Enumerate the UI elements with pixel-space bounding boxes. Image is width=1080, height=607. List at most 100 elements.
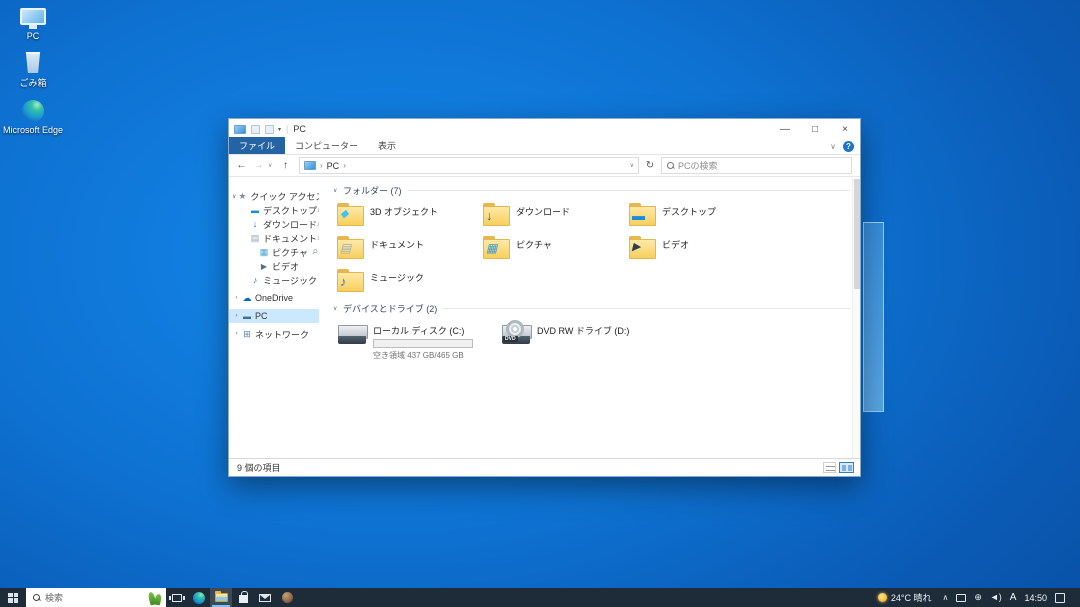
window-body: ∨ クイック アクセス デスクトップ ⚲ [229, 178, 860, 458]
sidebar-item[interactable]: › ネットワーク [229, 327, 319, 341]
vertical-scrollbar[interactable] [852, 178, 860, 458]
ribbon-tab[interactable]: ファイル [229, 137, 285, 154]
system-tray: 24°C 晴れ ∧ ⊕ ◄) A 14:50 [875, 588, 1080, 607]
sidebar-item[interactable]: › OneDrive [229, 291, 319, 305]
ribbon-tab[interactable]: コンピューター [285, 137, 368, 154]
back-button[interactable]: ← [234, 160, 249, 171]
desktop-icon[interactable]: ごみ箱 [2, 50, 64, 89]
edge-icon [22, 100, 44, 122]
status-bar: 9 個の項目 [229, 458, 860, 476]
weather-text: 24°C 晴れ [891, 591, 932, 604]
sidebar-item-icon [241, 330, 253, 339]
local-disk-c-tile[interactable]: ローカル ディスク (C:) 空き領域 437 GB/465 GB [335, 321, 485, 362]
taskbar-search-input[interactable] [45, 593, 143, 603]
sidebar-item[interactable]: ピクチャ ⚲ [229, 245, 319, 259]
help-icon[interactable]: ? [843, 141, 854, 152]
folder-label: デスクトップ [662, 202, 716, 217]
sidebar-item[interactable]: › PC [229, 309, 319, 323]
clock[interactable]: 14:50 [1024, 593, 1047, 603]
network-icon[interactable]: ⊕ [974, 593, 982, 602]
folder-tile[interactable]: 3D オブジェクト [335, 201, 481, 234]
folder-label: ビデオ [662, 235, 689, 250]
start-button[interactable] [0, 588, 26, 607]
large-icons-view-button[interactable] [839, 462, 854, 473]
tree-chevron-icon[interactable]: › [232, 295, 241, 301]
dvd-drive-d-tile[interactable]: DVD DVD RW ドライブ (D:) [499, 321, 649, 362]
folder-label: 3D オブジェクト [370, 202, 438, 217]
folder-tile[interactable]: デスクトップ [627, 201, 773, 234]
drives-section-header: ∨ デバイスとドライブ (2) [333, 302, 850, 315]
action-center-icon[interactable] [1055, 593, 1065, 603]
section-collapse-chevron-icon[interactable]: ∨ [333, 305, 343, 312]
drives-section-title: デバイスとドライブ (2) [343, 302, 437, 315]
tree-chevron-icon[interactable]: › [232, 313, 241, 319]
ime-indicator[interactable]: A [1010, 592, 1017, 603]
folder-tile[interactable]: ドキュメント [335, 234, 481, 267]
qat-customize-chevron-icon[interactable]: ▾ [278, 126, 281, 133]
folder-label: ミュージック [370, 268, 424, 283]
folder-icon [483, 206, 510, 226]
tray-device-icon[interactable] [956, 594, 966, 602]
folder-icon [483, 239, 510, 259]
dvd-badge: DVD [503, 336, 518, 342]
qat-properties-icon[interactable] [251, 125, 260, 134]
file-explorer-icon[interactable] [210, 588, 232, 607]
sidebar-item[interactable]: ミュージック [229, 273, 319, 287]
search-highlight-illustration-icon[interactable] [148, 590, 162, 605]
folders-section-title: フォルダー (7) [343, 184, 402, 197]
explorer-search-input[interactable] [678, 161, 846, 171]
minimize-button[interactable]: — [770, 119, 800, 139]
sidebar-item-icon [249, 220, 261, 229]
folder-tile[interactable]: ダウンロード [481, 201, 627, 234]
sidebar-item[interactable]: ダウンロード ⚲ [229, 217, 319, 231]
address-dropdown-icon[interactable]: ∨ [630, 162, 634, 169]
desktop-icon[interactable]: Microsoft Edge [2, 98, 64, 135]
close-button[interactable]: × [830, 119, 860, 139]
sidebar-item[interactable]: ∨ クイック アクセス [229, 189, 319, 203]
ribbon-tab[interactable]: 表示 [368, 137, 406, 154]
folder-tile[interactable]: ビデオ [627, 234, 773, 267]
task-view-icon[interactable] [166, 588, 188, 607]
sidebar-item[interactable]: デスクトップ ⚲ [229, 203, 319, 217]
explorer-search-box[interactable] [661, 157, 852, 174]
refresh-icon[interactable]: ↻ [641, 160, 659, 171]
scrollbar-thumb[interactable] [854, 179, 860, 289]
weather-widget[interactable]: 24°C 晴れ [875, 591, 935, 604]
address-field[interactable]: › PC › ∨ [299, 157, 639, 174]
tree-chevron-icon[interactable]: › [232, 331, 241, 337]
details-view-button[interactable] [823, 462, 836, 473]
app-icon[interactable] [276, 588, 298, 607]
maximize-button[interactable]: □ [800, 119, 830, 139]
qat-new-folder-icon[interactable] [265, 125, 274, 134]
system-menu-pc-icon[interactable] [234, 125, 246, 134]
sidebar-item-icon [249, 234, 261, 243]
pin-icon: ⚲ [310, 247, 319, 256]
pinned-apps [166, 588, 298, 607]
desktop-icon[interactable]: PC [2, 6, 64, 41]
sidebar-item[interactable]: ドキュメント ⚲ [229, 231, 319, 245]
up-button[interactable]: ↑ [278, 160, 293, 171]
ribbon-expand-chevron-icon[interactable]: ∨ [830, 142, 836, 151]
store-icon[interactable] [232, 588, 254, 607]
edge-icon[interactable] [188, 588, 210, 607]
wallpaper-light-beam [863, 222, 884, 412]
section-collapse-chevron-icon[interactable]: ∨ [333, 187, 343, 194]
volume-icon[interactable]: ◄) [990, 593, 1002, 602]
hard-drive-icon [337, 323, 367, 346]
mail-icon[interactable] [254, 588, 276, 607]
desktop-icon-label: PC [2, 31, 64, 41]
taskbar-search-box[interactable] [26, 588, 166, 607]
breadcrumb[interactable]: PC [327, 161, 340, 171]
history-dropdown-icon[interactable]: ∨ [268, 162, 276, 169]
sidebar-item-label: ピクチャ [272, 246, 308, 259]
folder-tile[interactable]: ピクチャ [481, 234, 627, 267]
view-switcher [823, 462, 854, 473]
folder-tile[interactable]: ミュージック [335, 267, 481, 300]
window-title: PC [293, 124, 306, 134]
sidebar-item[interactable]: ビデオ [229, 259, 319, 273]
sidebar-item-label: ダウンロード [263, 218, 317, 231]
section-divider [408, 190, 850, 191]
hidden-icons-chevron-icon[interactable]: ∧ [942, 593, 948, 602]
forward-button[interactable]: → [251, 160, 266, 171]
sidebar-item-icon [249, 276, 261, 285]
